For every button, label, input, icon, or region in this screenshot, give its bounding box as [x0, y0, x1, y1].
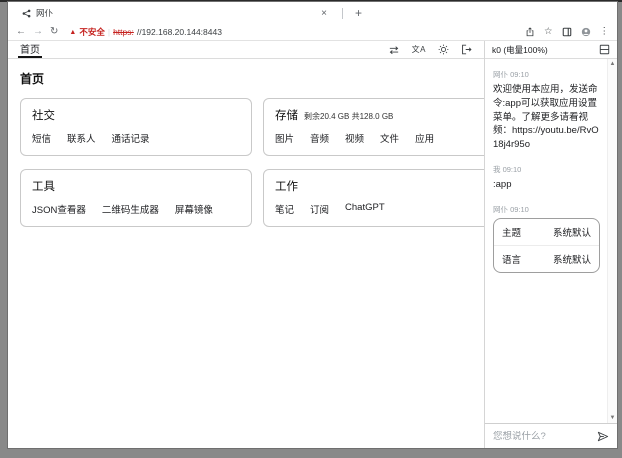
share-icon[interactable] [525, 27, 535, 37]
card-link[interactable]: 音频 [310, 131, 329, 145]
browser-window: 网仆 × + ← → ↻ ▲ 不安全 | https: //192.168.20… [8, 2, 617, 448]
message-sender-time: 网仆 09:10 [493, 204, 600, 215]
page-toolbar: 文A [388, 44, 484, 55]
card-link[interactable]: 通话记录 [112, 131, 150, 145]
setting-value: 系统默认 [553, 225, 591, 239]
card-title: 工作 [275, 178, 298, 194]
cards-grid: 社交短信 联系人 通话记录 存储剩余20.4 GB 共128.0 GB 图片 音频 视频 文件… [20, 98, 472, 227]
card-title: 存储 [275, 107, 298, 123]
card-subtitle: 剩余20.4 GB 共128.0 GB [304, 111, 393, 122]
card-title: 社交 [32, 107, 55, 123]
url-separator: | [108, 27, 110, 37]
card-work: 工作笔记 订阅 ChatGPT [263, 169, 484, 227]
address-bar: ← → ↻ ▲ 不安全 | https: //192.168.20.144:84… [8, 24, 617, 41]
scroll-up-icon[interactable]: ▲ [610, 59, 616, 69]
url-host: //192.168.20.144:8443 [137, 27, 222, 37]
chat-message: 网仆 09:10 欢迎使用本应用，发送命令:app可以获取应用设置菜单。了解更多请… [493, 69, 600, 152]
logout-icon[interactable] [461, 44, 472, 55]
chat-message: 我 09:10 :app [493, 164, 600, 192]
card-link[interactable]: 二维码生成器 [102, 202, 159, 216]
profile-avatar-icon[interactable] [581, 27, 591, 37]
card-links: 图片 音频 视频 文件 应用 [275, 131, 478, 145]
device-status-label: k0 (电量100%) [492, 44, 599, 56]
card-links: 短信 联系人 通话记录 [32, 131, 240, 145]
chat-message: 网仆 09:10主题系统默认语言系统默认 [493, 204, 600, 273]
theme-icon[interactable] [438, 44, 449, 55]
card-storage: 存储剩余20.4 GB 共128.0 GB 图片 音频 视频 文件 应用 [263, 98, 484, 156]
browser-tab[interactable]: 网仆 × [16, 2, 336, 24]
main-content: 首页 社交短信 联系人 通话记录 存储剩余20.4 GB 共128.0 GB 图片 音频 视… [8, 59, 484, 238]
setting-label: 语言 [502, 252, 521, 266]
settings-menu-row[interactable]: 主题 系统默认 [494, 219, 599, 245]
bookmark-star-icon[interactable]: ☆ [544, 27, 553, 37]
security-warning-icon: ▲ [69, 29, 76, 36]
scrollbar[interactable]: ▲ ▼ [607, 59, 617, 423]
card-links: JSON查看器 二维码生成器 屏幕镜像 [32, 202, 240, 216]
card-links: 笔记 订阅 ChatGPT [275, 202, 478, 216]
tab-strip: 网仆 × + [8, 2, 617, 24]
settings-menu-row[interactable]: 语言 系统默认 [494, 245, 599, 272]
tab-close-icon[interactable]: × [318, 8, 330, 19]
side-panel-icon[interactable] [562, 27, 572, 37]
page-title: 首页 [20, 70, 472, 87]
forward-icon[interactable]: → [33, 27, 43, 37]
card-link[interactable]: 图片 [275, 131, 294, 145]
card-link[interactable]: 联系人 [67, 131, 96, 145]
tab-home[interactable]: 首页 [18, 41, 42, 58]
chrome-actions: ☆ ⋮ [525, 27, 609, 37]
message-sender-time: 网仆 09:10 [493, 69, 600, 80]
url-scheme: https: [113, 27, 134, 37]
page-body: 首页 文A 首页 [8, 41, 617, 448]
messages-container: 网仆 09:10 欢迎使用本应用，发送命令:app可以获取应用设置菜单。了解更多请… [493, 69, 600, 273]
message-text: :app [493, 178, 600, 192]
card-link[interactable]: JSON查看器 [32, 202, 86, 216]
chat-input[interactable] [493, 431, 591, 442]
sidebar-header: k0 (电量100%) [485, 41, 617, 59]
main-area: 首页 文A 首页 [8, 41, 484, 448]
kebab-menu-icon[interactable]: ⋮ [600, 27, 610, 37]
reload-icon[interactable]: ↻ [50, 27, 58, 37]
collapse-panel-icon[interactable] [599, 44, 610, 55]
message-text: 欢迎使用本应用，发送命令:app可以获取应用设置菜单。了解更多请看视频：http… [493, 83, 600, 152]
transfer-icon[interactable] [388, 45, 400, 55]
message-list: 网仆 09:10 欢迎使用本应用，发送命令:app可以获取应用设置菜单。了解更多请… [485, 59, 617, 423]
chat-input-row [485, 423, 617, 448]
scroll-down-icon[interactable]: ▼ [610, 413, 616, 423]
back-icon[interactable]: ← [16, 27, 26, 37]
setting-value: 系统默认 [553, 252, 591, 266]
card-link[interactable]: 屏幕镜像 [175, 202, 213, 216]
card-link[interactable]: 短信 [32, 131, 51, 145]
page-nav-bar: 首页 文A [8, 41, 484, 59]
new-tab-button[interactable]: + [349, 6, 368, 20]
card-link[interactable]: 视频 [345, 131, 364, 145]
tab-title: 网仆 [36, 7, 318, 19]
desktop-frame: 网仆 × + ← → ↻ ▲ 不安全 | https: //192.168.20… [0, 0, 622, 458]
card-link[interactable]: 笔记 [275, 202, 294, 216]
card-link[interactable]: 文件 [380, 131, 399, 145]
translate-icon[interactable]: 文A [412, 46, 426, 54]
card-title: 工具 [32, 178, 55, 194]
card-link[interactable]: 应用 [415, 131, 434, 145]
favicon-icon [22, 9, 31, 18]
chat-sidebar: k0 (电量100%) 网仆 09:10 欢迎使用本应用，发送命令:app可以获取… [484, 41, 617, 448]
card-link[interactable]: ChatGPT [345, 202, 385, 216]
tab-separator [342, 8, 343, 19]
card-link[interactable]: 订阅 [310, 202, 329, 216]
message-sender-time: 我 09:10 [493, 164, 600, 175]
security-warning-label[interactable]: 不安全 [79, 26, 105, 38]
card-social: 社交短信 联系人 通话记录 [20, 98, 252, 156]
card-tools: 工具 JSON查看器 二维码生成器 屏幕镜像 [20, 169, 252, 227]
setting-label: 主题 [502, 225, 521, 239]
settings-menu-card: 主题系统默认语言系统默认 [493, 218, 600, 273]
send-icon[interactable] [597, 431, 609, 442]
url-field[interactable]: ▲ 不安全 | https: //192.168.20.144:8443 [65, 26, 518, 38]
